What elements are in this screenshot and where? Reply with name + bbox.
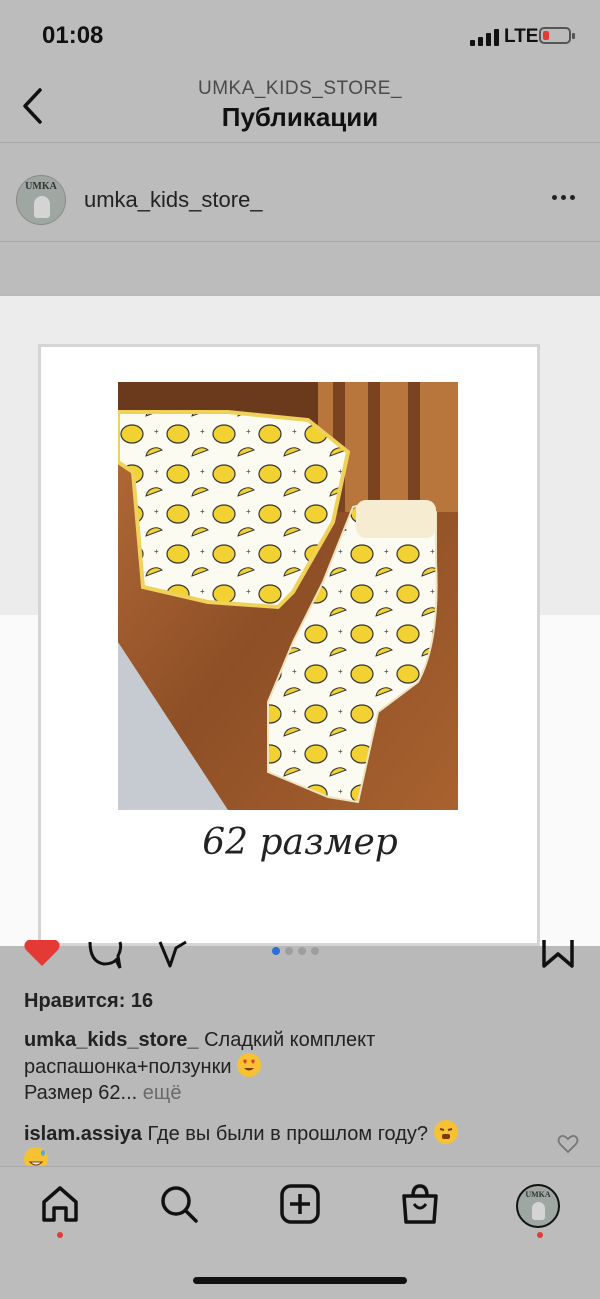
carousel-dot [272,947,280,955]
tired-face-emoji-icon [433,1120,458,1144]
post-header: UMKA umka_kids_store_ [0,143,600,242]
carousel-dots [272,947,319,955]
search-icon[interactable] [157,1182,201,1226]
heart-eyes-emoji-icon [237,1053,262,1077]
comment-text: Где вы были в прошлом году? [147,1123,429,1145]
likes-count[interactable]: Нравится: 16 [24,990,153,1013]
bookmark-icon[interactable] [540,940,576,970]
caption-line2: распашонка+ползунки [24,1056,232,1078]
carousel-dot [285,947,293,955]
profile-icon[interactable]: UMKA [516,1184,560,1228]
home-notification-dot [57,1232,63,1238]
screen: 01:08 LTE UMKA_KIDS_STORE_ Публикации UM… [0,0,600,1299]
carousel-dot [298,947,306,955]
product-photo: + [118,382,458,810]
shop-icon[interactable] [398,1182,442,1226]
network-label: LTE [504,26,539,47]
page-title: Публикации [221,102,379,132]
caption-line3: Размер 62... [24,1082,138,1104]
new-post-icon[interactable] [278,1182,322,1226]
home-icon[interactable] [38,1182,82,1226]
carousel-dot [311,947,319,955]
image-caption: 62 размер [202,822,398,863]
nav-header: UMKA_KIDS_STORE_ Публикации [0,72,600,143]
comment-like-icon[interactable] [557,1134,579,1154]
comment-icon[interactable] [86,940,124,970]
profile-avatar-text: UMKA [525,1190,551,1199]
signal-icon [470,28,499,46]
like-icon[interactable] [22,940,62,968]
post-username[interactable]: umka_kids_store_ [84,187,263,213]
battery-icon [539,27,575,44]
profile-notification-dot [537,1232,543,1238]
caption-author[interactable]: umka_kids_store_ [24,1029,199,1051]
more-options-icon[interactable] [552,195,575,200]
share-icon[interactable] [156,940,190,970]
avatar-logo-text: UMKA [25,181,57,192]
avatar[interactable]: UMKA [16,175,66,225]
home-indicator [193,1277,407,1284]
header-username: UMKA_KIDS_STORE_ [197,78,403,99]
caption-line1: Сладкий комплект [204,1029,376,1051]
caption-more-link[interactable]: ещё [143,1082,182,1104]
header-gap [0,242,600,294]
status-bar: 01:08 LTE [0,0,600,72]
status-time: 01:08 [42,22,104,49]
post-caption: umka_kids_store_ Сладкий комплект распаш… [24,1027,584,1106]
comment-author[interactable]: islam.assiya [24,1123,142,1145]
